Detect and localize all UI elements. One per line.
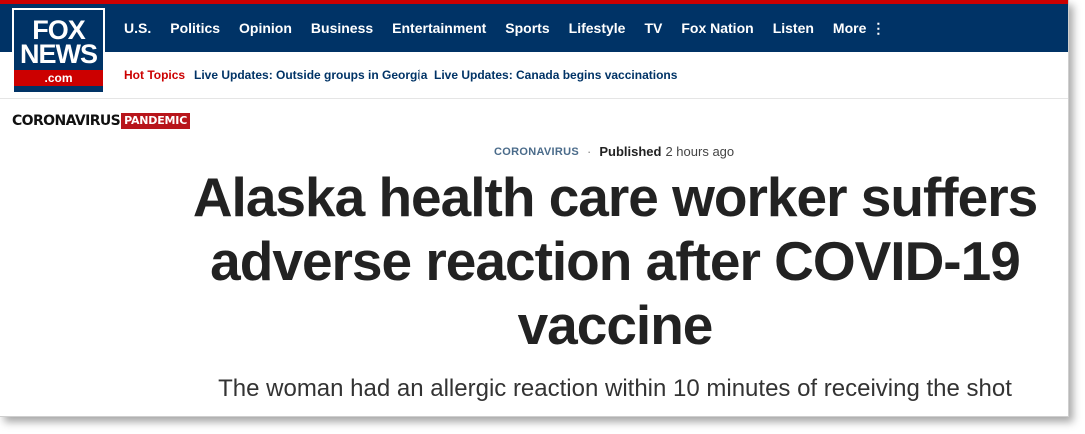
meta-dot-separator: · bbox=[587, 144, 592, 159]
hot-topic-link-georgia[interactable]: Live Updates: Outside groups in Georgia bbox=[194, 68, 427, 82]
coronavirus-pandemic-banner[interactable]: CORONAVIRUS PANDEMIC bbox=[12, 113, 191, 129]
published-label: Published bbox=[599, 144, 662, 159]
nav-item-entertainment[interactable]: Entertainment bbox=[392, 20, 486, 36]
published-time: 2 hours ago bbox=[665, 144, 735, 159]
nav-item-sports[interactable]: Sports bbox=[505, 20, 549, 36]
kebab-menu-icon: ⋮ bbox=[871, 19, 886, 36]
banner-coronavirus-text: CORONAVIRUS bbox=[12, 113, 121, 129]
logo-dotcom-text: .com bbox=[14, 70, 103, 86]
article-subheadline: The woman had an allergic reaction withi… bbox=[218, 375, 1012, 402]
hot-topics-bar: Hot Topics Live Updates: Outside groups … bbox=[0, 52, 1068, 99]
hot-topic-separator: | bbox=[418, 67, 422, 81]
banner-pandemic-tag: PANDEMIC bbox=[121, 113, 191, 129]
nav-item-politics[interactable]: Politics bbox=[170, 20, 220, 36]
nav-item-listen[interactable]: Listen bbox=[773, 20, 814, 36]
main-nav: U.S. Politics Opinion Business Entertain… bbox=[124, 4, 904, 52]
article-headline: Alaska health care worker suffers advers… bbox=[192, 166, 1038, 356]
nav-item-tv[interactable]: TV bbox=[644, 20, 662, 36]
nav-more-button[interactable]: More ⋮ bbox=[833, 20, 885, 37]
nav-more-label: More bbox=[832, 20, 867, 36]
logo-news-text: NEWS bbox=[20, 39, 98, 69]
nav-item-business[interactable]: Business bbox=[311, 20, 373, 36]
fox-news-logo[interactable]: FOX NEWS .com bbox=[12, 8, 105, 94]
hot-topic-link-canada[interactable]: Live Updates: Canada begins vaccinations bbox=[434, 68, 677, 82]
nav-item-us[interactable]: U.S. bbox=[124, 20, 151, 36]
article-meta: CORONAVIRUS · Published 2 hours ago bbox=[494, 144, 734, 159]
hot-topics-label: Hot Topics bbox=[124, 68, 186, 82]
nav-item-opinion[interactable]: Opinion bbox=[239, 20, 292, 36]
nav-item-lifestyle[interactable]: Lifestyle bbox=[569, 20, 626, 36]
article-category-link[interactable]: CORONAVIRUS bbox=[494, 146, 579, 158]
page-frame: U.S. Politics Opinion Business Entertain… bbox=[0, 0, 1069, 417]
top-nav-bar: U.S. Politics Opinion Business Entertain… bbox=[0, 0, 1068, 52]
nav-item-fox-nation[interactable]: Fox Nation bbox=[681, 20, 753, 36]
